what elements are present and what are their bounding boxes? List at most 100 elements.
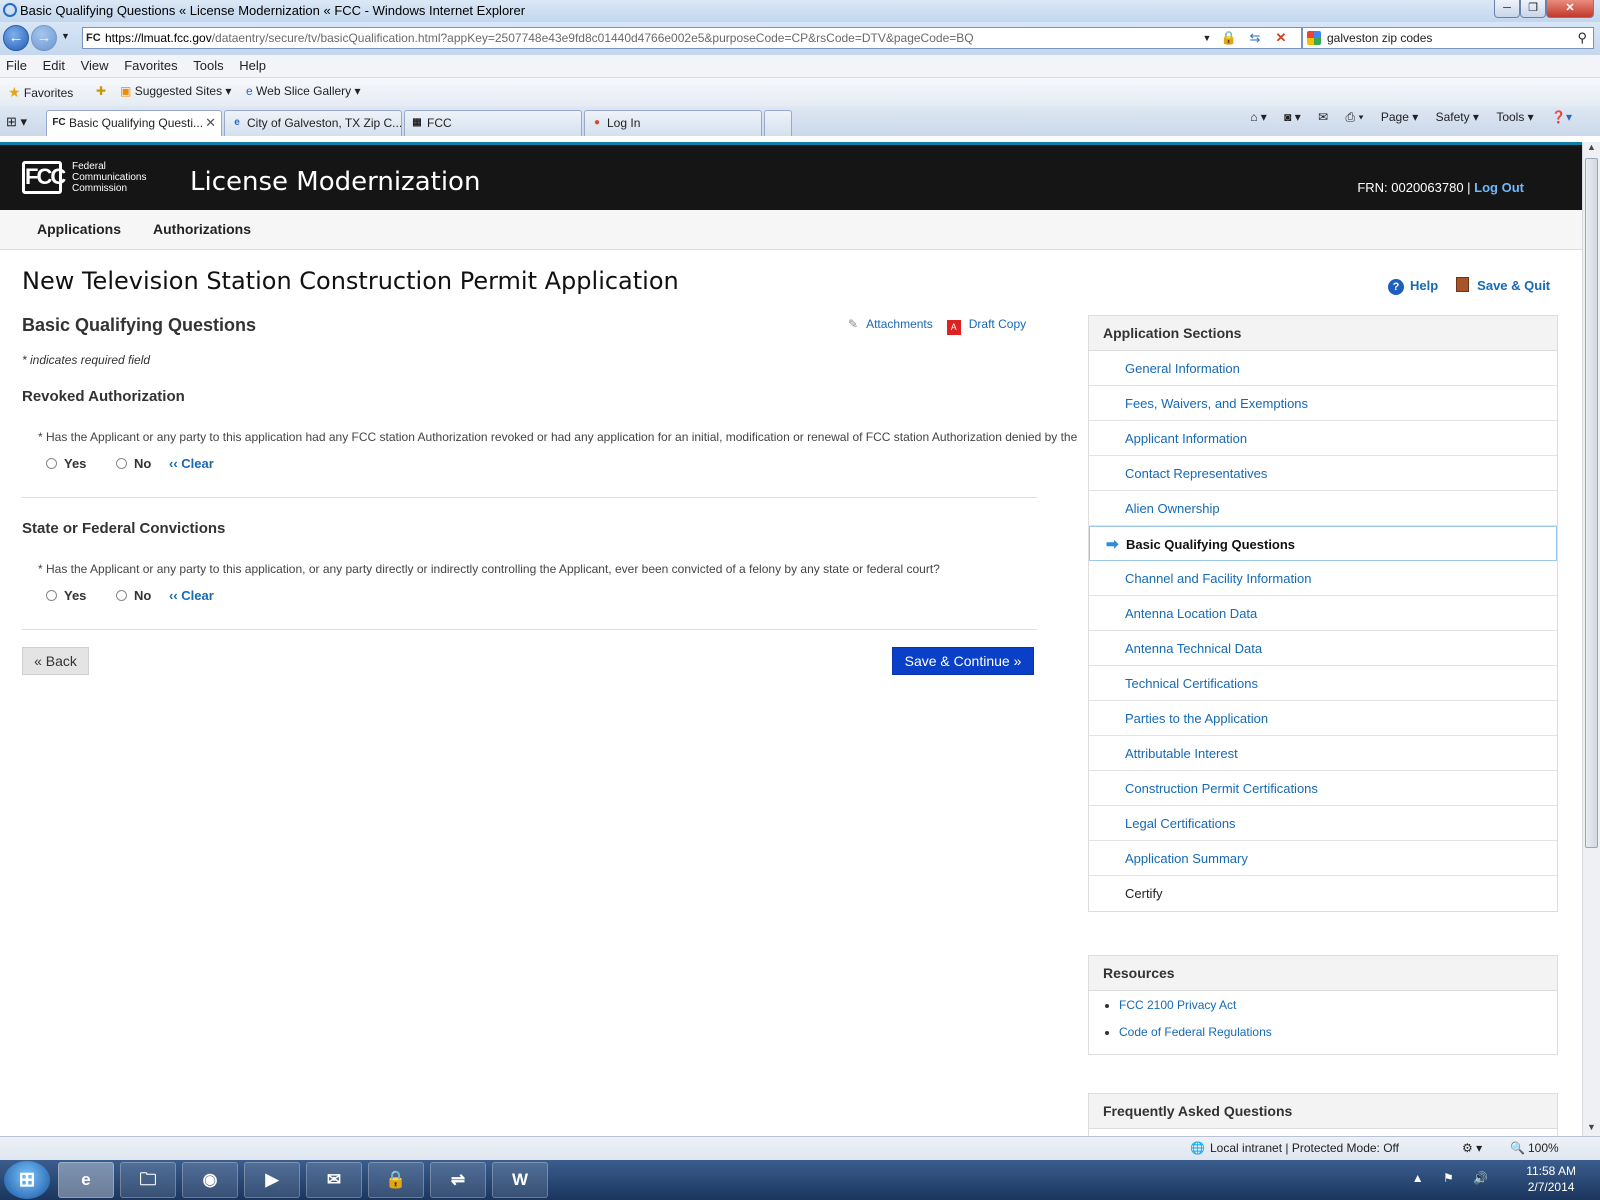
- tab-fcc[interactable]: ▦ FCC: [404, 110, 582, 136]
- save-continue-button[interactable]: Save & Continue »: [892, 647, 1034, 675]
- search-box[interactable]: galveston zip codes ⚲: [1302, 27, 1594, 49]
- quick-tabs-icon[interactable]: ⊞ ▾: [6, 114, 27, 130]
- minimize-button[interactable]: ─: [1494, 0, 1520, 18]
- clock[interactable]: 11:58 AM 2/7/2014: [1526, 1163, 1576, 1195]
- star-icon: ★: [8, 84, 21, 100]
- new-tab-button[interactable]: [764, 110, 792, 136]
- logout-link[interactable]: Log Out: [1474, 180, 1524, 195]
- favorites-button[interactable]: ★ Favorites: [8, 84, 73, 101]
- revoked-clear-link[interactable]: ‹‹ Clear: [169, 456, 214, 471]
- taskbar-word-icon[interactable]: W: [492, 1162, 548, 1198]
- feeds-icon[interactable]: ◙ ▾: [1284, 110, 1301, 124]
- add-favorite-icon[interactable]: ✚: [96, 84, 106, 98]
- section-alien-ownership[interactable]: Alien Ownership: [1089, 491, 1557, 526]
- tools-menu[interactable]: Tools ▾: [1496, 110, 1533, 124]
- vertical-scrollbar[interactable]: ▲ ▼: [1582, 142, 1600, 1136]
- zoom-icon[interactable]: 🔍: [1510, 1141, 1525, 1155]
- divider: [22, 497, 1037, 498]
- stop-icon[interactable]: ✕: [1270, 28, 1292, 48]
- back-nav-button[interactable]: ←: [3, 25, 29, 51]
- section-cp-certifications[interactable]: Construction Permit Certifications: [1089, 771, 1557, 806]
- help-icon[interactable]: ❓▾: [1551, 110, 1572, 124]
- taskbar-media-player-icon[interactable]: ▶: [244, 1162, 300, 1198]
- taskbar-outlook-icon[interactable]: ✉: [306, 1162, 362, 1198]
- paperclip-icon: ✎: [848, 317, 859, 331]
- resource-cfr-link[interactable]: Code of Federal Regulations: [1089, 1018, 1557, 1045]
- taskbar-network-icon[interactable]: ⇌: [430, 1162, 486, 1198]
- section-general-information[interactable]: General Information: [1089, 351, 1557, 386]
- mail-icon[interactable]: ✉: [1318, 110, 1328, 124]
- page-menu[interactable]: Page ▾: [1381, 110, 1418, 124]
- safety-menu[interactable]: Safety ▾: [1436, 110, 1479, 124]
- section-legal-certifications[interactable]: Legal Certifications: [1089, 806, 1557, 841]
- yes-label[interactable]: Yes: [64, 588, 86, 603]
- close-window-button[interactable]: ✕: [1546, 0, 1594, 18]
- home-icon[interactable]: ⌂ ▾: [1250, 110, 1267, 124]
- convictions-clear-link[interactable]: ‹‹ Clear: [169, 588, 214, 603]
- taskbar-ie-icon[interactable]: e: [58, 1162, 114, 1198]
- yes-label[interactable]: Yes: [64, 456, 86, 471]
- scroll-up-icon[interactable]: ▲: [1583, 142, 1600, 156]
- section-fees[interactable]: Fees, Waivers, and Exemptions: [1089, 386, 1557, 421]
- taskbar-explorer-icon[interactable]: 🗀: [120, 1162, 176, 1198]
- address-dropdown-icon[interactable]: ▼: [1196, 28, 1218, 48]
- scroll-down-icon[interactable]: ▼: [1583, 1122, 1600, 1136]
- taskbar-chrome-icon[interactable]: ◉: [182, 1162, 238, 1198]
- print-icon[interactable]: ⎙ ▾: [1346, 110, 1364, 124]
- frn-number: FRN: 0020063780 |: [1357, 180, 1471, 195]
- web-slice-gallery-button[interactable]: e Web Slice Gallery ▾: [246, 84, 361, 98]
- nav-applications[interactable]: Applications: [37, 221, 121, 237]
- security-zone[interactable]: Local intranet | Protected Mode: Off: [1210, 1141, 1399, 1155]
- menu-favorites[interactable]: Favorites: [118, 55, 183, 73]
- address-bar[interactable]: FC https://lmuat.fcc.gov/dataentry/secur…: [82, 27, 1302, 49]
- section-antenna-location[interactable]: Antenna Location Data: [1089, 596, 1557, 631]
- no-label[interactable]: No: [134, 588, 151, 603]
- attachments-link[interactable]: Attachments: [866, 317, 933, 331]
- convictions-yes-radio[interactable]: [46, 590, 57, 601]
- section-antenna-technical[interactable]: Antenna Technical Data: [1089, 631, 1557, 666]
- draft-copy-link[interactable]: Draft Copy: [969, 317, 1026, 331]
- section-technical-certifications[interactable]: Technical Certifications: [1089, 666, 1557, 701]
- scrollbar-thumb[interactable]: [1585, 158, 1598, 848]
- revoked-yes-radio[interactable]: [46, 458, 57, 469]
- menu-edit[interactable]: Edit: [37, 55, 71, 73]
- section-application-summary[interactable]: Application Summary: [1089, 841, 1557, 876]
- tab-login[interactable]: ● Log In: [584, 110, 762, 136]
- revoked-no-radio[interactable]: [116, 458, 128, 469]
- search-input[interactable]: galveston zip codes: [1327, 31, 1432, 45]
- section-applicant-information[interactable]: Applicant Information: [1089, 421, 1557, 456]
- no-label[interactable]: No: [134, 456, 151, 471]
- menu-file[interactable]: File: [0, 55, 33, 73]
- menu-help[interactable]: Help: [233, 55, 272, 73]
- attachment-links: ✎ Attachments A Draft Copy: [848, 317, 1026, 335]
- refresh-icon[interactable]: ⇆: [1244, 28, 1266, 48]
- resource-privacy-act-link[interactable]: FCC 2100 Privacy Act: [1089, 991, 1557, 1018]
- menu-tools[interactable]: Tools: [187, 55, 229, 73]
- help-link[interactable]: Help: [1410, 278, 1438, 293]
- recent-pages-dropdown-icon[interactable]: ▼: [61, 31, 70, 41]
- lock-icon[interactable]: 🔒: [1218, 28, 1240, 48]
- back-button[interactable]: « Back: [22, 647, 89, 675]
- section-parties[interactable]: Parties to the Application: [1089, 701, 1557, 736]
- fcc-logo[interactable]: FCC: [22, 161, 66, 194]
- zoom-level[interactable]: 100%: [1528, 1141, 1559, 1155]
- suggested-sites-button[interactable]: ▣ Suggested Sites ▾: [120, 84, 231, 98]
- maximize-button[interactable]: ❐: [1520, 0, 1546, 18]
- section-attributable-interest[interactable]: Attributable Interest: [1089, 736, 1557, 771]
- section-basic-qualifying-current[interactable]: ➡ Basic Qualifying Questions: [1089, 526, 1557, 561]
- taskbar-security-icon[interactable]: 🔒: [368, 1162, 424, 1198]
- section-channel-facility[interactable]: Channel and Facility Information: [1089, 561, 1557, 596]
- forward-nav-button[interactable]: →: [31, 25, 57, 51]
- section-contact-representatives[interactable]: Contact Representatives: [1089, 456, 1557, 491]
- start-button[interactable]: ⊞: [4, 1161, 50, 1199]
- tab-galveston[interactable]: e City of Galveston, TX Zip C...: [224, 110, 402, 136]
- tab-basic-qualifying[interactable]: FC Basic Qualifying Questi... ✕: [46, 110, 222, 136]
- protected-mode-icon[interactable]: ⚙ ▾: [1462, 1141, 1482, 1155]
- search-icon[interactable]: ⚲: [1577, 28, 1587, 48]
- nav-authorizations[interactable]: Authorizations: [153, 221, 251, 237]
- save-quit-link[interactable]: Save & Quit: [1477, 278, 1550, 293]
- system-tray-icons[interactable]: ▲ ⚑ 🔊: [1412, 1171, 1496, 1185]
- close-tab-icon[interactable]: ✕: [205, 111, 216, 135]
- menu-view[interactable]: View: [75, 55, 115, 73]
- convictions-no-radio[interactable]: [116, 590, 128, 601]
